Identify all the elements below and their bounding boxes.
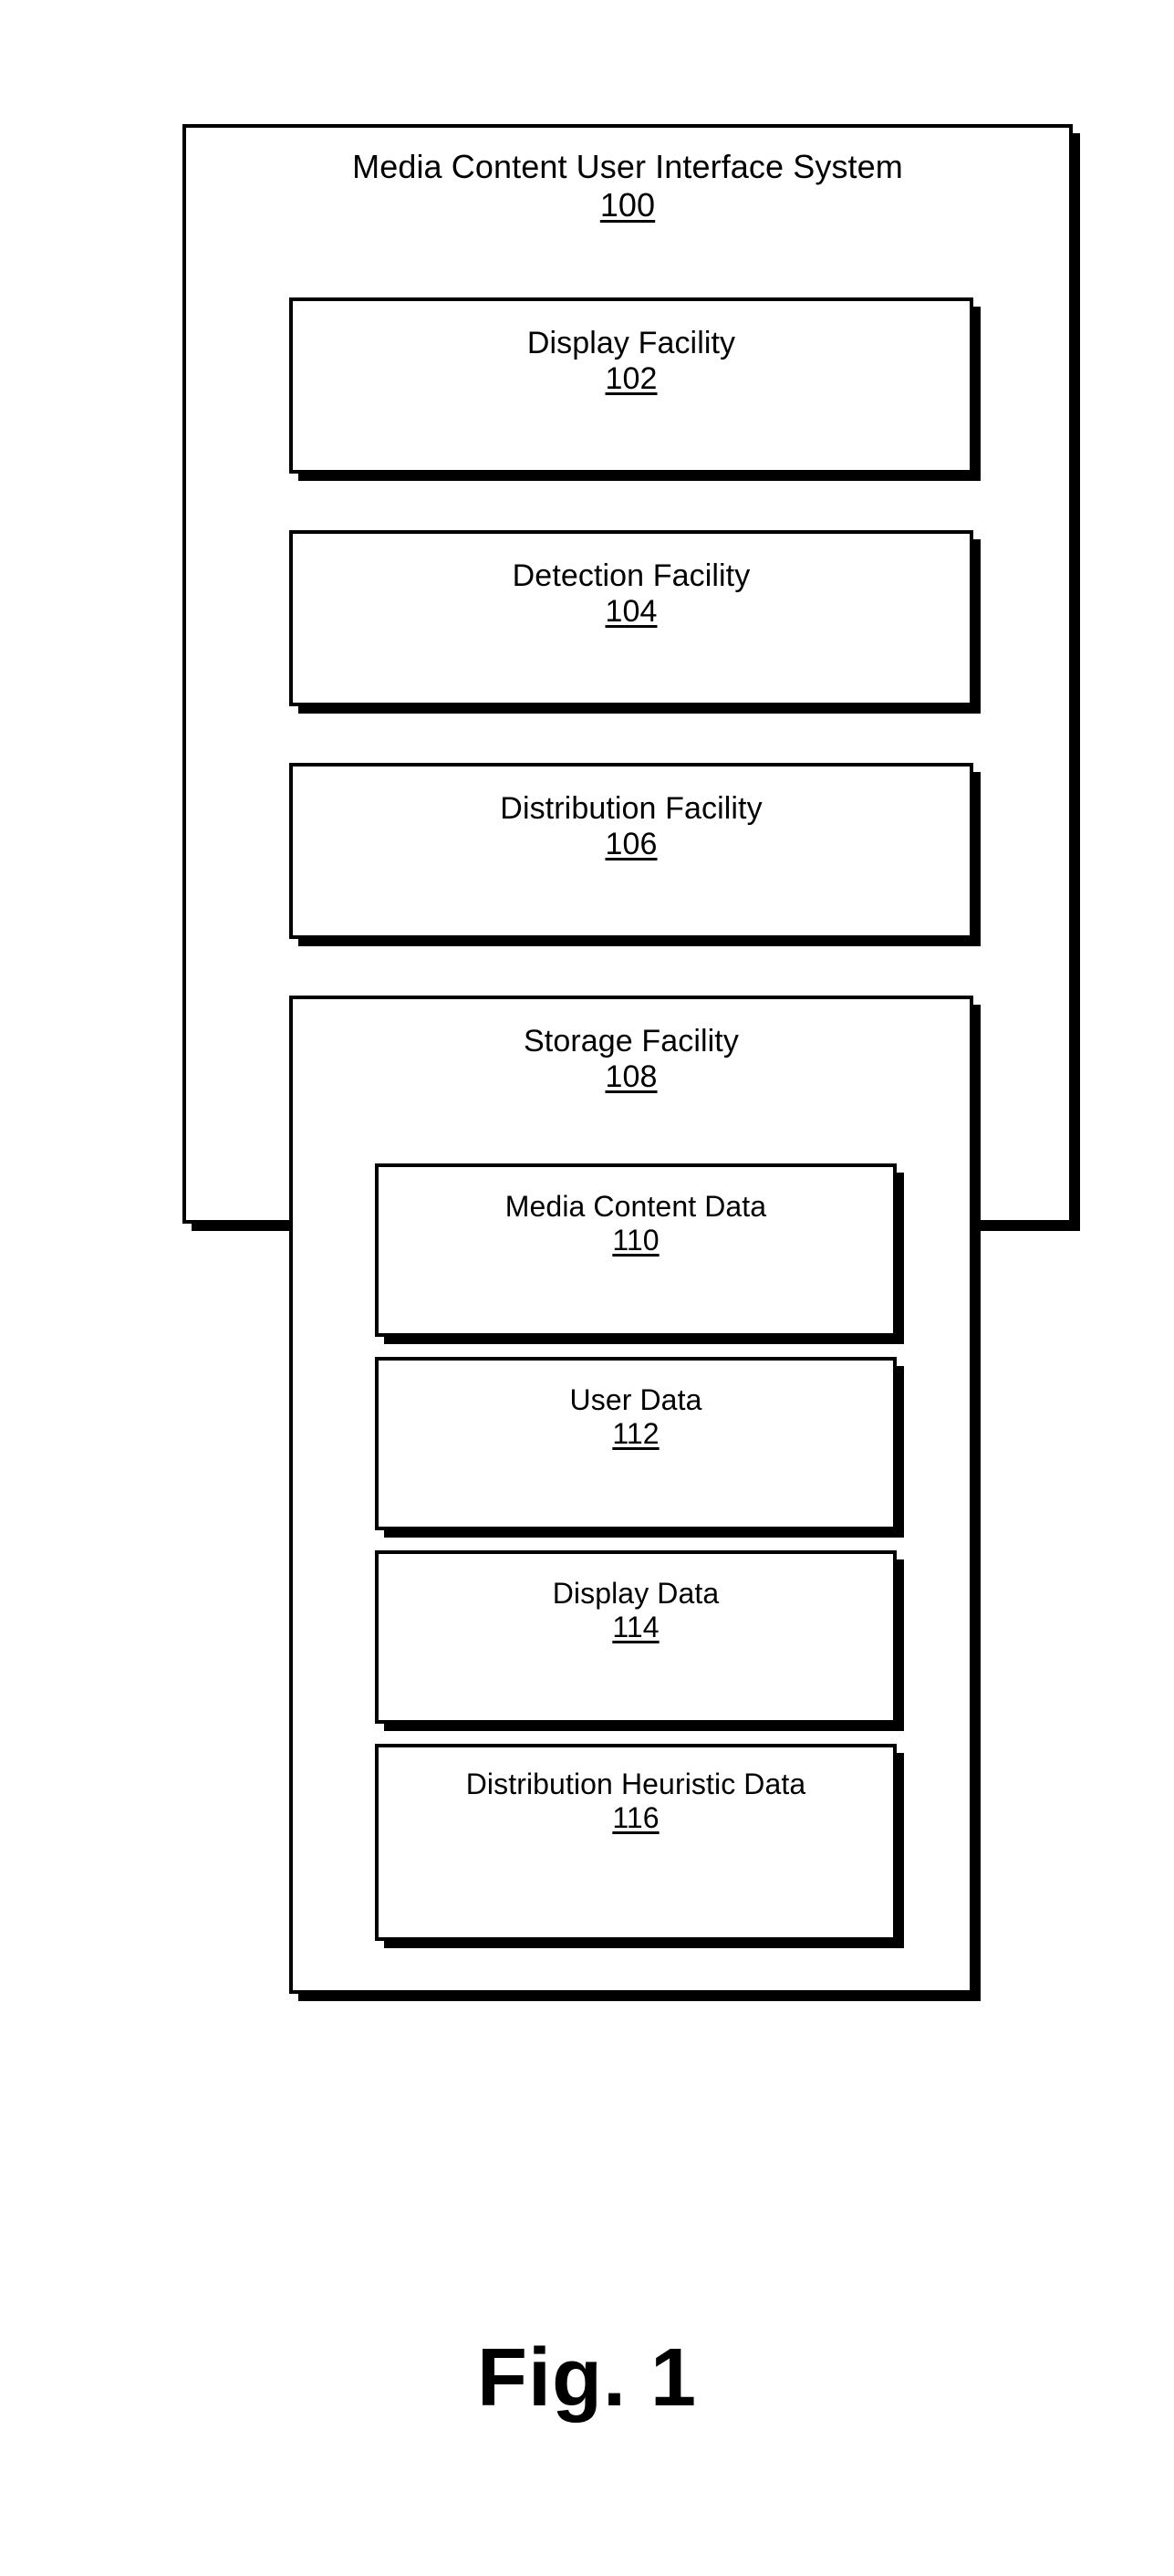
distribution-facility-box: Distribution Facility 106 [289, 763, 973, 939]
display-facility-reference-number: 102 [605, 361, 658, 397]
storage-facility-reference-number: 108 [605, 1059, 658, 1095]
user-data-box: User Data 112 [375, 1357, 897, 1530]
storage-facility-label: Storage Facility [524, 1024, 739, 1059]
storage-facility-label-block: Storage Facility 108 [293, 1024, 970, 1096]
distribution-facility-label: Distribution Facility [500, 791, 763, 826]
display-data-label: Display Data [552, 1577, 720, 1610]
detection-facility-reference-number: 104 [605, 594, 658, 630]
display-facility-label-block: Display Facility 102 [293, 326, 970, 398]
detection-facility-label-block: Detection Facility 104 [293, 558, 970, 631]
media-content-data-box: Media Content Data 110 [375, 1163, 897, 1337]
distribution-heuristic-data-box: Distribution Heuristic Data 116 [375, 1744, 897, 1941]
system-title-block: Media Content User Interface System 100 [186, 148, 1069, 224]
distribution-heuristic-data-reference-number: 116 [612, 1801, 660, 1835]
user-data-reference-number: 112 [612, 1417, 660, 1451]
media-content-data-reference-number: 110 [612, 1224, 660, 1257]
distribution-heuristic-data-label: Distribution Heuristic Data [465, 1768, 806, 1800]
media-content-user-interface-system-box: Media Content User Interface System 100 … [182, 124, 1073, 1994]
detection-facility-box: Detection Facility 104 [289, 530, 973, 706]
display-facility-label: Display Facility [526, 326, 736, 360]
distribution-heuristic-data-label-block: Distribution Heuristic Data 116 [379, 1768, 893, 1835]
storage-facility-box: Storage Facility 108 Media Content Data … [289, 996, 973, 1994]
media-content-data-label: Media Content Data [504, 1190, 767, 1223]
system-reference-number: 100 [599, 185, 656, 224]
user-data-label-block: User Data 112 [379, 1383, 893, 1451]
system-title-text: Media Content User Interface System [352, 148, 903, 185]
detection-facility-label: Detection Facility [512, 558, 751, 593]
media-content-data-label-block: Media Content Data 110 [379, 1190, 893, 1257]
distribution-facility-label-block: Distribution Facility 106 [293, 791, 970, 863]
display-facility-box: Display Facility 102 [289, 297, 973, 474]
figure-caption: Fig. 1 [476, 2332, 698, 2424]
user-data-label: User Data [569, 1383, 702, 1416]
display-data-box: Display Data 114 [375, 1550, 897, 1724]
display-data-label-block: Display Data 114 [379, 1577, 893, 1644]
distribution-facility-reference-number: 106 [605, 827, 658, 862]
display-data-reference-number: 114 [612, 1611, 660, 1644]
